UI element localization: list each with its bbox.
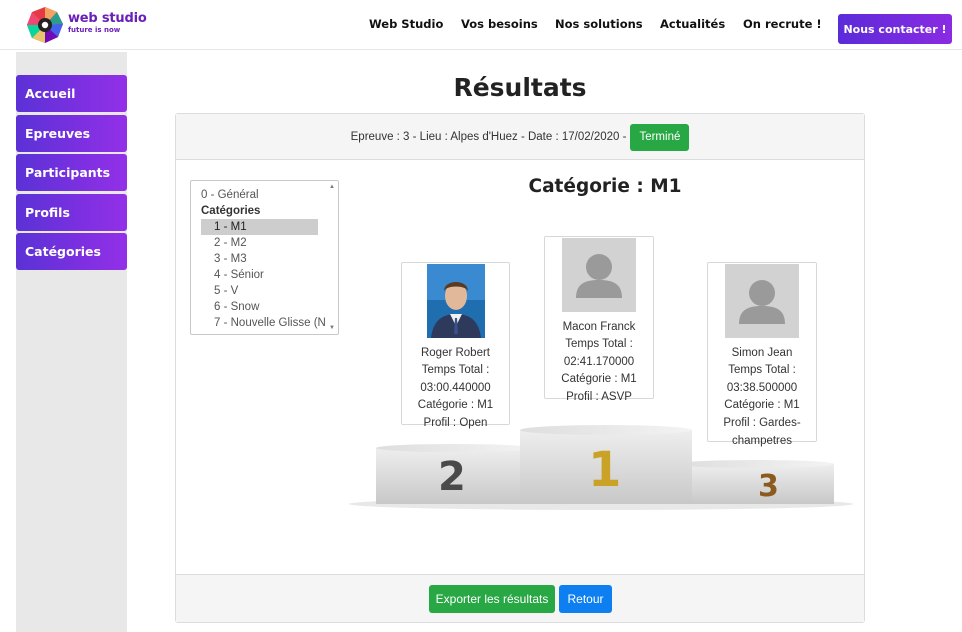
second-time: 03:00.440000 (420, 381, 491, 394)
sidebar-item-participants[interactable]: Participants (16, 154, 127, 191)
option-m1[interactable]: 1 - M1 (201, 219, 318, 235)
podium-number-1: 1 (588, 442, 621, 498)
participant-card-second: Roger Robert Temps Total : 03:00.440000 … (401, 262, 510, 429)
participant-card-first: Macon Franck Temps Total : 02:41.170000 … (544, 236, 654, 403)
podium-number-2: 2 (438, 454, 466, 500)
scroll-up-icon[interactable]: ▲ (329, 184, 335, 190)
first-time: 02:41.170000 (563, 355, 635, 368)
participant-photo (426, 264, 485, 338)
second-name: Roger Robert (420, 346, 491, 359)
category-title: Catégorie : M1 (528, 176, 682, 197)
card-footer: Exporter les résultats Retour (176, 574, 864, 622)
avatar-placeholder-icon (725, 264, 799, 338)
back-button[interactable]: Retour (559, 585, 612, 613)
second-profile: Profil : Open (423, 416, 488, 429)
third-time-label: Temps Total : (728, 364, 796, 377)
participant-card-third: Simon Jean Temps Total : 03:38.500000 Ca… (707, 262, 817, 447)
nav-nos-solutions[interactable]: Nos solutions (555, 17, 643, 31)
first-time-label: Temps Total : (565, 338, 633, 351)
option-general[interactable]: 0 - Général (201, 187, 259, 203)
nav-actualites[interactable]: Actualités (660, 17, 725, 31)
sidebar-item-categories[interactable]: Catégories (16, 233, 127, 270)
second-details: Roger Robert Temps Total : 03:00.440000 … (402, 345, 509, 433)
event-info: Epreuve : 3 - Lieu : Alpes d'Huez - Date… (350, 131, 627, 143)
page-title: Résultats (453, 73, 587, 102)
third-name: Simon Jean (731, 346, 793, 359)
first-name: Macon Franck (562, 320, 636, 333)
sidebar-item-profils[interactable]: Profils (16, 194, 127, 231)
second-time-label: Temps Total : (421, 364, 490, 377)
avatar-placeholder-icon (562, 238, 636, 312)
nav-on-recrute[interactable]: On recrute ! (743, 17, 822, 31)
third-details: Simon Jean Temps Total : 03:38.500000 Ca… (708, 345, 816, 451)
option-senior[interactable]: 4 - Sénior (201, 267, 318, 283)
category-select[interactable]: 0 - Général Catégories 1 - M1 2 - M2 3 -… (190, 180, 339, 335)
option-m2[interactable]: 2 - M2 (201, 235, 318, 251)
top-navbar: web studio future is now Web Studio Vos … (0, 0, 962, 50)
option-v[interactable]: 5 - V (201, 283, 318, 299)
sidebar-item-epreuves[interactable]: Epreuves (16, 115, 127, 152)
export-results-button[interactable]: Exporter les résultats (429, 585, 555, 613)
third-profile: Profil : Gardes- (723, 416, 801, 429)
listbox-scrollbar[interactable]: ▲ ▼ (328, 182, 337, 333)
optgroup-label: Catégories (201, 205, 261, 217)
sidebar-item-accueil[interactable]: Accueil (16, 75, 127, 112)
third-category: Catégorie : M1 (724, 399, 800, 412)
status-badge: Terminé (630, 123, 690, 151)
third-time: 03:38.500000 (726, 381, 798, 394)
third-profile-cont: champetres (731, 434, 793, 447)
first-details: Macon Franck Temps Total : 02:41.170000 … (545, 319, 653, 407)
brand[interactable]: web studio future is now (68, 11, 147, 34)
brand-name: web studio (68, 11, 147, 26)
scroll-down-icon[interactable]: ▼ (329, 325, 335, 331)
logo-icon[interactable] (26, 6, 64, 44)
option-nouvelle-glisse[interactable]: 7 - Nouvelle Glisse (N (201, 315, 326, 331)
podium-number-3: 3 (758, 469, 779, 504)
brand-tagline: future is now (68, 26, 121, 34)
first-category: Catégorie : M1 (561, 373, 637, 386)
event-info-line: Epreuve : 3 - Lieu : Alpes d'Huez - Date… (176, 114, 864, 160)
second-category: Catégorie : M1 (417, 399, 494, 412)
option-m3[interactable]: 3 - M3 (201, 251, 318, 267)
contact-button[interactable]: Nous contacter ! (838, 14, 952, 44)
nav-web-studio[interactable]: Web Studio (369, 17, 443, 31)
card-header: Epreuve : 3 - Lieu : Alpes d'Huez - Date… (176, 114, 864, 160)
first-profile: Profil : ASVP (566, 390, 632, 403)
option-snow[interactable]: 6 - Snow (201, 299, 318, 315)
nav-vos-besoins[interactable]: Vos besoins (461, 17, 538, 31)
sidebar: Accueil Epreuves Participants Profils Ca… (16, 52, 127, 632)
